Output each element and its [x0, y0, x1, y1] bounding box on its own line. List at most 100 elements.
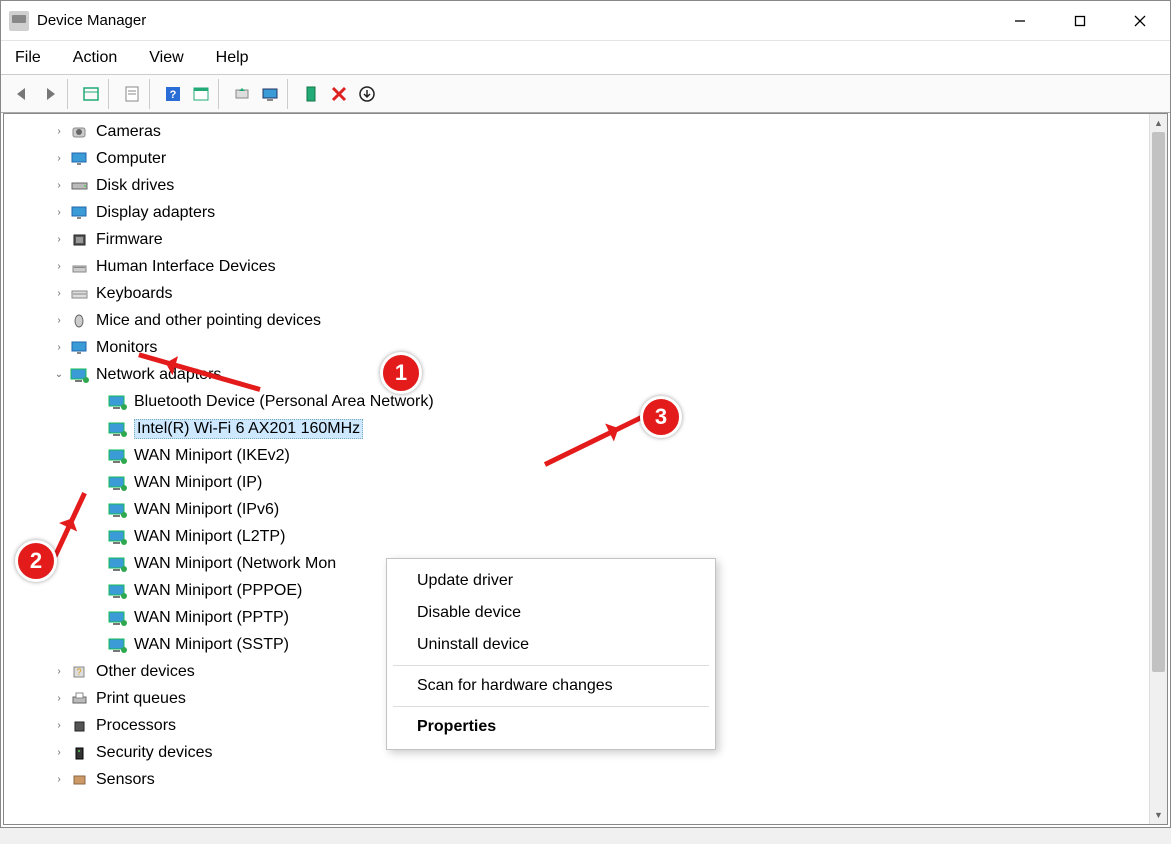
tree-node[interactable]: › Cameras [8, 118, 1149, 145]
tree-node-label: Sensors [96, 771, 155, 789]
tree-node-child[interactable]: WAN Miniport (IPv6) [8, 496, 1149, 523]
x-icon [330, 85, 348, 103]
enable-device-button[interactable] [298, 81, 324, 107]
context-menu-item[interactable]: Scan for hardware changes [387, 670, 715, 702]
device-category-icon [70, 123, 90, 141]
expand-chevron-icon[interactable]: › [52, 207, 66, 218]
tree-node-label: Monitors [96, 339, 157, 357]
tree-node-label: Processors [96, 717, 176, 735]
app-icon [9, 11, 29, 31]
enable-icon [302, 85, 320, 103]
tree-node-label: Print queues [96, 690, 186, 708]
context-menu-item[interactable]: Properties [387, 711, 715, 743]
tree-node-label: Cameras [96, 123, 161, 141]
tree-node[interactable]: › Computer [8, 145, 1149, 172]
tree-node-label: WAN Miniport (PPPOE) [134, 582, 302, 600]
disable-device-button[interactable] [354, 81, 380, 107]
tree-node[interactable]: › Monitors [8, 334, 1149, 361]
svg-text:?: ? [76, 667, 81, 677]
close-button[interactable] [1110, 1, 1170, 40]
minimize-icon [1014, 15, 1026, 27]
tree-node-label: WAN Miniport (IP) [134, 474, 262, 492]
menu-help[interactable]: Help [214, 45, 251, 71]
show-hidden-button[interactable] [78, 81, 104, 107]
tree-node-child[interactable]: WAN Miniport (L2TP) [8, 523, 1149, 550]
minimize-button[interactable] [990, 1, 1050, 40]
update-driver-button[interactable] [229, 81, 255, 107]
expand-chevron-icon[interactable]: › [52, 261, 66, 272]
properties-icon [123, 85, 141, 103]
device-category-icon [70, 258, 90, 276]
device-icon [108, 447, 128, 465]
menubar: File Action View Help [1, 41, 1170, 75]
expand-chevron-icon[interactable]: › [52, 315, 66, 326]
device-icon [108, 501, 128, 519]
expand-chevron-icon[interactable]: › [52, 774, 66, 785]
maximize-icon [1074, 15, 1086, 27]
device-category-icon [70, 690, 90, 708]
device-category-icon [70, 312, 90, 330]
expand-chevron-icon[interactable]: › [52, 180, 66, 191]
tree-node[interactable]: › Mice and other pointing devices [8, 307, 1149, 334]
device-manager-window: Device Manager File Action View Help [0, 0, 1171, 828]
scroll-down-button[interactable]: ▼ [1150, 806, 1167, 824]
vertical-scrollbar[interactable]: ▲ ▼ [1149, 114, 1167, 824]
maximize-button[interactable] [1050, 1, 1110, 40]
device-icon [108, 393, 128, 411]
tree-node-child[interactable]: Intel(R) Wi-Fi 6 AX201 160MHz [8, 415, 1149, 442]
update-icon [233, 85, 251, 103]
tree-node[interactable]: › Sensors [8, 766, 1149, 793]
tree-node-label: Bluetooth Device (Personal Area Network) [134, 393, 434, 411]
expand-chevron-icon[interactable]: › [52, 234, 66, 245]
tree-node-label: Intel(R) Wi-Fi 6 AX201 160MHz [134, 419, 363, 439]
expand-chevron-icon[interactable]: › [52, 747, 66, 758]
tree-node[interactable]: ›Human Interface Devices [8, 253, 1149, 280]
context-menu-item[interactable]: Disable device [387, 597, 715, 629]
tree-node[interactable]: › Keyboards [8, 280, 1149, 307]
expand-chevron-icon[interactable]: › [52, 126, 66, 137]
menu-action[interactable]: Action [71, 45, 119, 71]
context-menu-item[interactable]: Update driver [387, 565, 715, 597]
tree-node[interactable]: ›Firmware [8, 226, 1149, 253]
expand-chevron-icon[interactable]: › [52, 153, 66, 164]
svg-text:?: ? [170, 89, 177, 101]
menu-file[interactable]: File [13, 45, 43, 71]
tree-node-child[interactable]: Bluetooth Device (Personal Area Network) [8, 388, 1149, 415]
tree-node-label: WAN Miniport (PPTP) [134, 609, 289, 627]
menu-view[interactable]: View [147, 45, 185, 71]
scroll-up-button[interactable]: ▲ [1150, 114, 1167, 132]
down-circle-icon [358, 85, 376, 103]
device-category-icon [70, 771, 90, 789]
tree-node-child[interactable]: WAN Miniport (IP) [8, 469, 1149, 496]
tree-node-label: Keyboards [96, 285, 173, 303]
context-menu-separator [393, 706, 709, 707]
tree-node[interactable]: ›Disk drives [8, 172, 1149, 199]
expand-chevron-icon[interactable]: ⌄ [52, 369, 66, 380]
tree-node-label: Security devices [96, 744, 213, 762]
properties-button[interactable] [119, 81, 145, 107]
scan-hardware-button[interactable] [257, 81, 283, 107]
device-category-icon [70, 285, 90, 303]
help-button[interactable]: ? [160, 81, 186, 107]
context-menu-item[interactable]: Uninstall device [387, 629, 715, 661]
context-menu-separator [393, 665, 709, 666]
tree-node-label: WAN Miniport (IKEv2) [134, 447, 290, 465]
expand-chevron-icon[interactable]: › [52, 342, 66, 353]
expand-chevron-icon[interactable]: › [52, 666, 66, 677]
tree-node-label: WAN Miniport (Network Mon [134, 555, 336, 573]
tree-node-label: Mice and other pointing devices [96, 312, 321, 330]
tree-node-label: Computer [96, 150, 166, 168]
back-button[interactable] [9, 81, 35, 107]
arrow-right-icon [41, 85, 59, 103]
action-button[interactable] [188, 81, 214, 107]
scrollbar-thumb[interactable] [1152, 132, 1165, 672]
expand-chevron-icon[interactable]: › [52, 288, 66, 299]
window-icon [192, 85, 210, 103]
context-menu: Update driverDisable deviceUninstall dev… [386, 558, 716, 750]
uninstall-device-button[interactable] [326, 81, 352, 107]
forward-button[interactable] [37, 81, 63, 107]
tree-node[interactable]: ›Display adapters [8, 199, 1149, 226]
device-category-icon [70, 339, 90, 357]
expand-chevron-icon[interactable]: › [52, 720, 66, 731]
expand-chevron-icon[interactable]: › [52, 693, 66, 704]
